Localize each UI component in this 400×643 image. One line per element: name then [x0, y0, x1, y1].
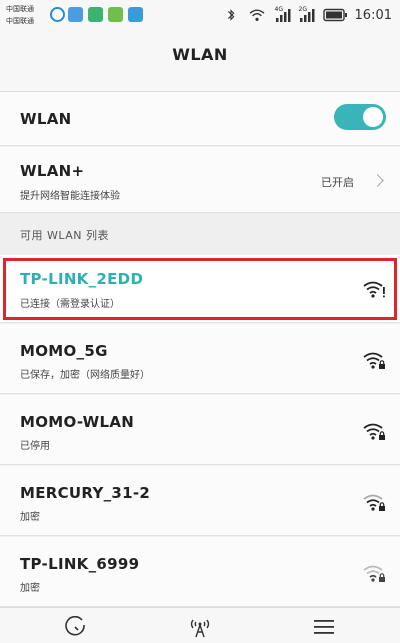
- signal-1: 4G: [275, 6, 291, 22]
- clock-icon[interactable]: [64, 616, 88, 638]
- wifi-tower-icon[interactable]: [188, 616, 212, 638]
- signal-2: 2G: [299, 6, 315, 22]
- browser-notification-icon: [50, 7, 65, 22]
- network-ssid: TP-LINK_6999: [20, 555, 140, 573]
- app-header: WLAN: [0, 30, 400, 78]
- wlan-plus-status: 已开启: [321, 176, 354, 189]
- battery-icon: [322, 8, 347, 22]
- wlan-label: WLAN: [20, 110, 72, 128]
- status-bar: 中国联通 中国联通 4G 2G 16:01: [0, 0, 400, 30]
- wlan-plus-label: WLAN+: [20, 162, 85, 180]
- clock-time: 16:01: [354, 7, 392, 23]
- network-status: 加密: [20, 512, 40, 523]
- network-status: 已停用: [20, 441, 50, 452]
- wifi-signal-locked-icon: [363, 423, 385, 440]
- page-title: WLAN: [172, 44, 228, 64]
- network-ssid: MOMO_5G: [20, 342, 108, 360]
- carrier-1: 中国联通: [6, 5, 34, 13]
- status-icons: 4G 2G 16:01: [223, 6, 392, 24]
- bottom-action-bar: [0, 607, 400, 643]
- wifi-signal-weak-locked-icon: [363, 494, 385, 511]
- wlan-toggle-row[interactable]: WLAN: [0, 92, 400, 146]
- network-ssid: MOMO-WLAN: [20, 413, 135, 431]
- carrier-2: 中国联通: [6, 17, 34, 25]
- signal-bars-2-icon: [299, 9, 315, 22]
- network-row[interactable]: MOMO-WLAN 已停用: [0, 395, 400, 465]
- available-networks-header: 可用 WLAN 列表: [0, 213, 400, 255]
- bluetooth-icon: [227, 9, 234, 21]
- wlan-toggle-switch[interactable]: [334, 104, 386, 130]
- menu-icon[interactable]: [312, 616, 336, 638]
- wifi-signal-weakest-locked-icon: [363, 565, 385, 582]
- chart-app-notification-icon: [108, 7, 123, 22]
- selection-highlight: [3, 258, 397, 320]
- network-row[interactable]: MERCURY_31-2 加密: [0, 466, 400, 536]
- wlan-plus-row[interactable]: WLAN+ 提升网络智能连接体验 已开启: [0, 147, 400, 213]
- app-notification-icon: [68, 7, 83, 22]
- section-label: 可用 WLAN 列表: [20, 229, 110, 242]
- network-ssid: MERCURY_31-2: [20, 484, 151, 502]
- header-divider: [0, 78, 400, 92]
- network-status: 加密: [20, 583, 40, 594]
- toggle-knob: [363, 107, 383, 127]
- image-app-notification-icon: [128, 7, 143, 22]
- network-row[interactable]: MOMO_5G 已保存，加密（网络质量好）: [0, 324, 400, 394]
- carrier-info: 中国联通 中国联通: [6, 3, 34, 27]
- network-row[interactable]: TP-LINK_6999 加密: [0, 537, 400, 607]
- wifi-status-icon: [249, 9, 264, 21]
- wlan-plus-subtitle: 提升网络智能连接体验: [20, 191, 120, 202]
- chevron-right-icon: [371, 174, 384, 187]
- signal-bars-icon: [275, 9, 291, 22]
- wifi-signal-locked-icon: [363, 352, 385, 369]
- wechat-notification-icon: [88, 7, 103, 22]
- network-status: 已保存，加密（网络质量好）: [20, 370, 150, 381]
